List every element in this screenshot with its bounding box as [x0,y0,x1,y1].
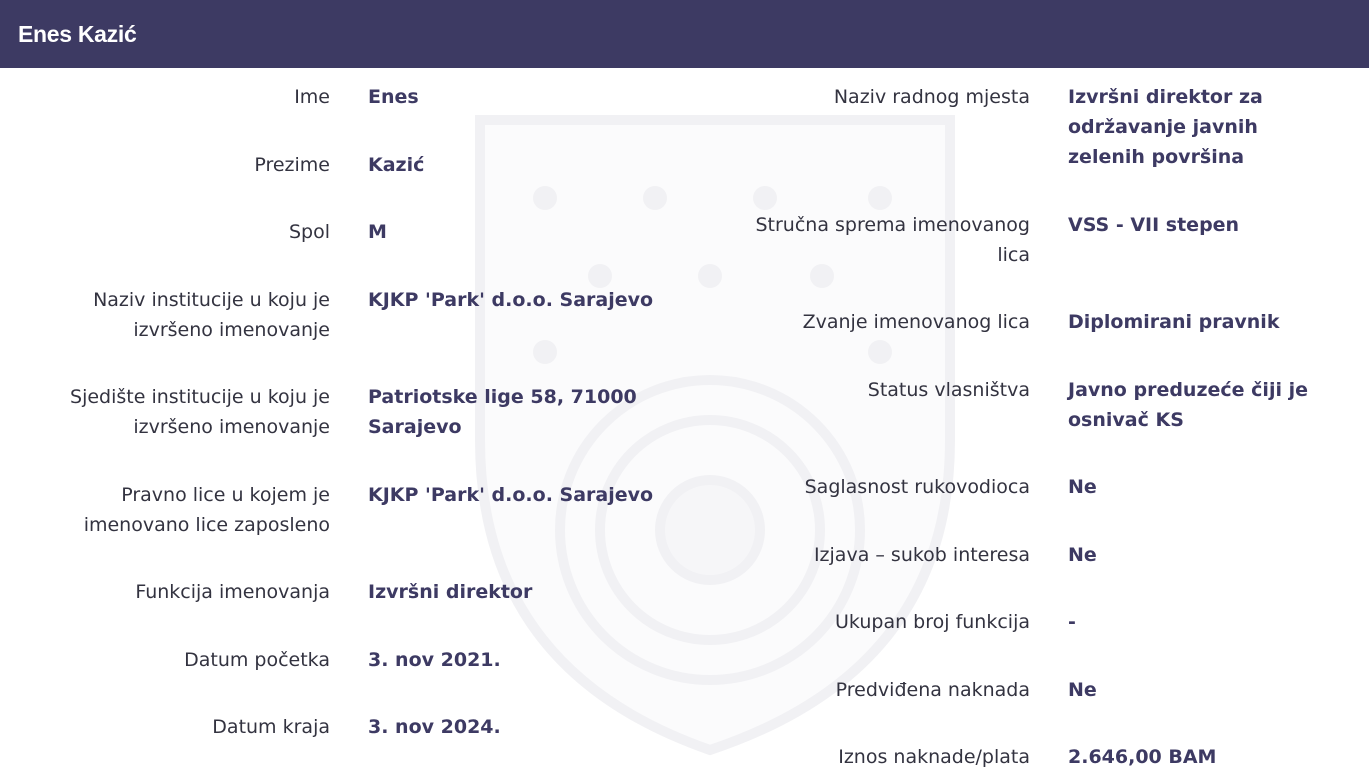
field-label: Saglasnost rukovodioca [804,476,1030,498]
field-value: 2.646,00 BAM [1068,746,1217,768]
field-label: Status vlasništva [867,379,1030,401]
field-label: Datum početka [184,649,330,671]
field-value: VSS - VII stepen [1068,214,1240,236]
field-value: Patriotske lige 58, 71000 Sarajevo [368,386,637,438]
field-value: KJKP 'Park' d.o.o. Sarajevo [368,484,654,506]
field-label: Datum kraja [212,716,330,738]
field-label: Prezime [254,154,330,176]
field-label: Iznos naknade/plata [838,746,1030,768]
field-label: Spol [288,221,330,243]
field-value: Izvršni direktor [368,581,533,603]
field-label: Sjedište institucije u koju je izvršeno … [70,386,330,438]
page-header: Enes Kazić [0,0,1369,68]
field-value: Diplomirani pravnik [1068,311,1280,333]
field-value: Izvršni direktor za održavanje javnih ze… [1068,86,1263,168]
field-value: Enes [368,86,419,108]
person-name-title: Enes Kazić [18,20,137,47]
field-value: M [368,221,387,243]
field-value: 3. nov 2024. [368,716,501,738]
field-value: - [1068,611,1076,633]
field-label: Predviđena naknada [835,679,1030,701]
field-value: Ne [1068,679,1097,701]
field-label: Ukupan broj funkcija [835,611,1030,633]
field-value: Javno preduzeće čiji je osnivač KS [1068,379,1308,431]
field-value: Ne [1068,544,1097,566]
field-value: Kazić [368,154,425,176]
field-label: Zvanje imenovanog lica [802,311,1030,333]
field-label: Pravno lice u kojem je imenovano lice za… [83,484,330,536]
field-value: KJKP 'Park' d.o.o. Sarajevo [368,289,654,311]
field-label: Funkcija imenovanja [135,581,330,603]
field-label: Stručna sprema imenovanog lica [755,214,1030,266]
field-label: Ime [294,86,330,108]
field-value: Ne [1068,476,1097,498]
field-label: Naziv institucije u koju je izvršeno ime… [93,289,330,341]
field-label: Naziv radnog mjesta [833,86,1030,108]
field-value: 3. nov 2021. [368,649,501,671]
field-label: Izjava – sukob interesa [813,544,1030,566]
